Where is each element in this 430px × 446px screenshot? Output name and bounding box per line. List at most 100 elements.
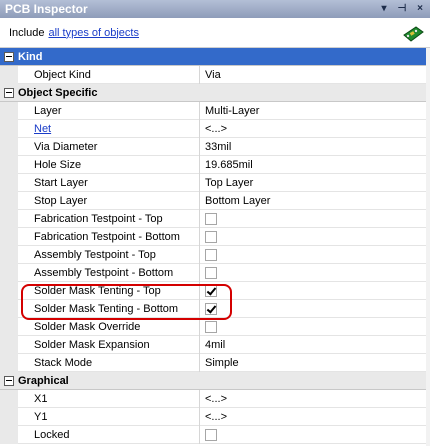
column-divider[interactable] xyxy=(199,426,200,444)
category-object-specific[interactable]: Object Specific xyxy=(0,84,430,102)
property-row[interactable]: Solder Mask Tenting - Top xyxy=(0,282,430,300)
property-row[interactable]: Solder Mask Override xyxy=(0,318,430,336)
inspector-title-bar: PCB Inspector ▾ ⊣ × xyxy=(0,0,430,18)
row-gutter xyxy=(0,156,18,174)
pin-icon[interactable]: ⊣ xyxy=(396,0,408,18)
dropdown-icon[interactable]: ▾ xyxy=(378,0,390,18)
column-divider[interactable] xyxy=(199,102,200,120)
row-gutter xyxy=(0,282,18,300)
row-gutter xyxy=(0,246,18,264)
category-kind[interactable]: Kind xyxy=(0,48,430,66)
property-row[interactable]: Locked xyxy=(0,426,430,444)
inspector-title: PCB Inspector xyxy=(5,2,88,16)
property-name: Start Layer xyxy=(34,177,88,189)
property-value[interactable]: 33mil xyxy=(205,138,231,156)
collapse-icon[interactable] xyxy=(4,87,14,98)
column-divider[interactable] xyxy=(199,138,200,156)
column-divider[interactable] xyxy=(199,156,200,174)
property-row[interactable]: Solder Mask Expansion 4mil xyxy=(0,336,430,354)
property-value[interactable]: Multi-Layer xyxy=(205,102,259,120)
property-name[interactable]: Net xyxy=(34,120,51,138)
property-row[interactable]: Stop Layer Bottom Layer xyxy=(0,192,430,210)
column-divider[interactable] xyxy=(199,66,200,84)
category-label: Kind xyxy=(18,50,43,63)
property-row[interactable]: Fabrication Testpoint - Top xyxy=(0,210,430,228)
category-label: Object Specific xyxy=(18,86,98,99)
property-row[interactable]: Fabrication Testpoint - Bottom xyxy=(0,228,430,246)
property-name: Solder Mask Tenting - Bottom xyxy=(34,303,179,315)
column-divider[interactable] xyxy=(199,408,200,426)
column-divider[interactable] xyxy=(199,228,200,246)
filter-prefix: Include xyxy=(9,26,45,39)
column-divider[interactable] xyxy=(199,210,200,228)
column-divider[interactable] xyxy=(199,354,200,372)
property-row[interactable]: Assembly Testpoint - Bottom xyxy=(0,264,430,282)
property-name: X1 xyxy=(34,393,48,405)
property-row[interactable]: Layer Multi-Layer xyxy=(0,102,430,120)
column-divider[interactable] xyxy=(199,390,200,408)
property-name: Stop Layer xyxy=(34,195,88,207)
property-row[interactable]: Assembly Testpoint - Top xyxy=(0,246,430,264)
category-graphical[interactable]: Graphical xyxy=(0,372,430,390)
property-value[interactable]: Top Layer xyxy=(205,174,253,192)
property-checkbox[interactable] xyxy=(205,303,217,315)
property-row[interactable]: Y1 <...> xyxy=(0,408,430,426)
property-row[interactable]: Solder Mask Tenting - Bottom xyxy=(0,300,430,318)
property-row[interactable]: Hole Size 19.685mil xyxy=(0,156,430,174)
property-value[interactable]: 19.685mil xyxy=(205,156,253,174)
property-value[interactable]: 4mil xyxy=(205,336,225,354)
property-checkbox[interactable] xyxy=(205,429,217,441)
property-checkbox[interactable] xyxy=(205,285,217,297)
row-gutter xyxy=(0,120,18,138)
property-row[interactable]: X1 <...> xyxy=(0,390,430,408)
row-gutter xyxy=(0,192,18,210)
property-name: Fabrication Testpoint - Bottom xyxy=(34,231,180,243)
row-gutter xyxy=(0,264,18,282)
column-divider[interactable] xyxy=(199,246,200,264)
property-row[interactable]: Net <...> xyxy=(0,120,430,138)
column-divider[interactable] xyxy=(199,264,200,282)
row-gutter xyxy=(0,336,18,354)
column-divider[interactable] xyxy=(199,192,200,210)
property-value[interactable]: Via xyxy=(205,66,221,84)
property-name: Hole Size xyxy=(34,159,82,171)
column-divider[interactable] xyxy=(199,174,200,192)
property-name: Solder Mask Expansion xyxy=(34,339,150,351)
property-value[interactable]: <...> xyxy=(205,408,227,426)
property-checkbox[interactable] xyxy=(205,213,217,225)
column-divider[interactable] xyxy=(199,336,200,354)
property-name: Stack Mode xyxy=(34,357,93,369)
object-type-filter-link[interactable]: all types of objects xyxy=(48,27,139,39)
property-checkbox[interactable] xyxy=(205,231,217,243)
property-name: Via Diameter xyxy=(34,141,98,153)
property-row[interactable]: Start Layer Top Layer xyxy=(0,174,430,192)
property-checkbox[interactable] xyxy=(205,267,217,279)
collapse-icon[interactable] xyxy=(4,51,14,62)
property-name: Y1 xyxy=(34,411,48,423)
property-value[interactable]: <...> xyxy=(205,120,227,138)
property-value[interactable]: Bottom Layer xyxy=(205,192,270,210)
filter-bar: Include all types of objects xyxy=(0,18,430,48)
property-grid: Kind Object Kind Via Object Specific Layer Mu… xyxy=(0,48,430,446)
property-value[interactable]: <...> xyxy=(205,390,227,408)
collapse-icon[interactable] xyxy=(4,375,14,386)
property-name: Layer xyxy=(34,105,62,117)
column-divider[interactable] xyxy=(199,120,200,138)
column-divider[interactable] xyxy=(199,282,200,300)
property-row[interactable]: Via Diameter 33mil xyxy=(0,138,430,156)
property-checkbox[interactable] xyxy=(205,249,217,261)
property-name: Object Kind xyxy=(34,69,91,81)
row-gutter xyxy=(0,210,18,228)
close-icon[interactable]: × xyxy=(414,0,426,18)
property-name: Solder Mask Tenting - Top xyxy=(34,285,161,297)
property-row[interactable]: Stack Mode Simple xyxy=(0,354,430,372)
grid-right-edge xyxy=(426,48,430,446)
property-checkbox[interactable] xyxy=(205,321,217,333)
property-value[interactable]: Simple xyxy=(205,354,239,372)
property-row[interactable]: Object Kind Via xyxy=(0,66,430,84)
row-gutter xyxy=(0,426,18,444)
row-gutter xyxy=(0,228,18,246)
column-divider[interactable] xyxy=(199,318,200,336)
column-divider[interactable] xyxy=(199,300,200,318)
row-gutter xyxy=(0,390,18,408)
